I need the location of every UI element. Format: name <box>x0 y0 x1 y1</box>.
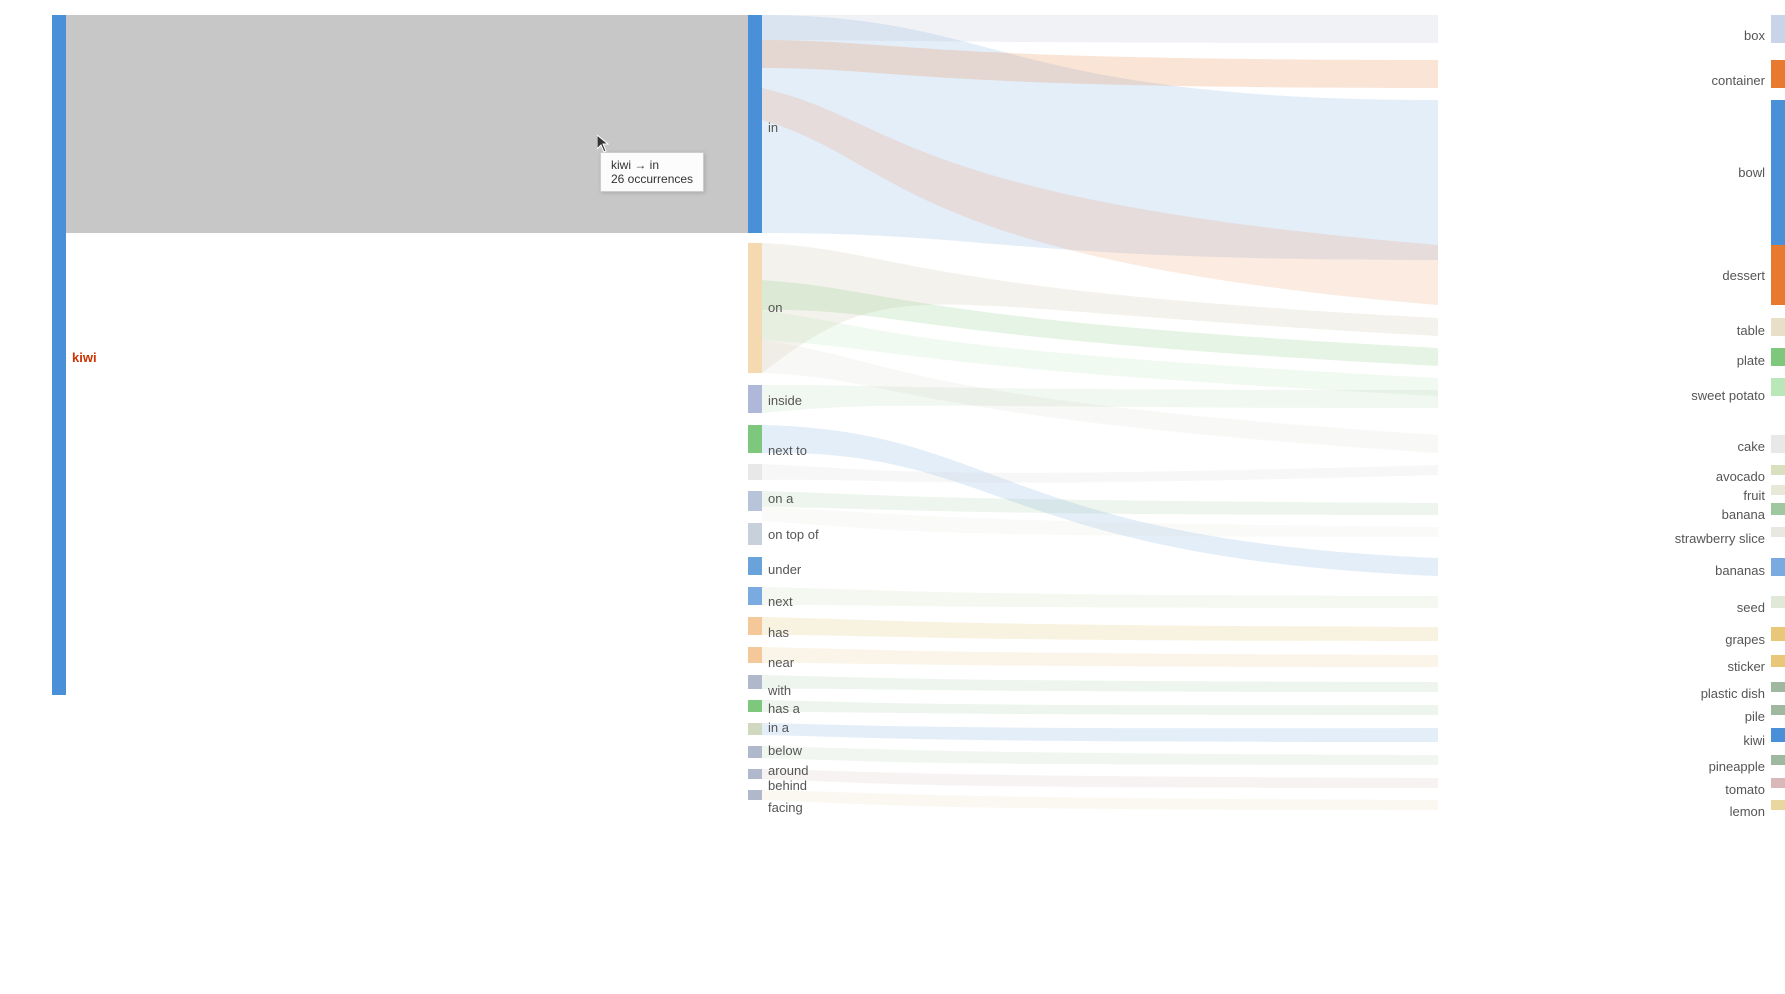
right-node-sticker[interactable] <box>1771 655 1785 667</box>
middle-node-has-label: has <box>768 625 789 640</box>
middle-node-around[interactable] <box>748 746 762 758</box>
middle-node-with[interactable] <box>748 647 762 663</box>
right-node-plate-label: plate <box>1737 353 1765 368</box>
right-node-table-label: table <box>1737 323 1765 338</box>
right-node-pineapple[interactable] <box>1771 755 1785 765</box>
right-node-dessert[interactable] <box>1771 245 1785 305</box>
middle-node-nextto[interactable] <box>748 425 762 453</box>
right-node-tomato-label: tomato <box>1725 782 1765 797</box>
right-node-strawberryslice-label: strawberry slice <box>1675 531 1765 546</box>
right-node-box-label: box <box>1744 28 1765 43</box>
right-node-grapes-label: grapes <box>1725 632 1765 647</box>
middle-node-under-label: under <box>768 562 801 577</box>
right-node-pineapple-label: pineapple <box>1709 759 1765 774</box>
middle-node-under[interactable] <box>748 523 762 545</box>
middle-node-inside[interactable] <box>748 385 762 413</box>
middle-node-below[interactable] <box>748 723 762 735</box>
right-node-dessert-label: dessert <box>1722 268 1765 283</box>
middle-node-below-label: below <box>768 743 802 758</box>
right-node-sweetpotato-label: sweet potato <box>1691 388 1765 403</box>
right-node-seed[interactable] <box>1771 596 1785 608</box>
right-node-tomato[interactable] <box>1771 778 1785 788</box>
middle-node-hasa-label: has a <box>768 701 800 716</box>
middle-node-behind-label: behind <box>768 778 807 793</box>
middle-node-in-label: in <box>768 120 778 135</box>
middle-node-around-label: around <box>768 763 808 778</box>
middle-node-in[interactable] <box>748 15 762 233</box>
sankey-diagram: kiwi in on inside next to on a on top of… <box>0 0 1785 994</box>
middle-node-ontopof[interactable] <box>748 491 762 511</box>
middle-node-with-label: with <box>768 683 791 698</box>
middle-node-has[interactable] <box>748 587 762 605</box>
right-node-lemon-label: lemon <box>1730 804 1765 819</box>
middle-node-ina-label: in a <box>768 720 789 735</box>
middle-node-facing[interactable] <box>748 790 762 800</box>
middle-node-on-label: on <box>768 300 782 315</box>
middle-node-near-label: near <box>768 655 794 670</box>
middle-node-near[interactable] <box>748 617 762 635</box>
middle-node-next[interactable] <box>748 557 762 575</box>
right-node-lemon[interactable] <box>1771 800 1785 810</box>
right-node-fruit-label: fruit <box>1743 488 1765 503</box>
right-node-plate[interactable] <box>1771 348 1785 366</box>
right-node-pile-label: pile <box>1745 709 1765 724</box>
right-node-container[interactable] <box>1771 60 1785 88</box>
right-node-fruit[interactable] <box>1771 485 1785 495</box>
middle-node-ona-label: on a <box>768 491 793 506</box>
right-node-container-label: container <box>1712 73 1765 88</box>
middle-node-nextto-label: next to <box>768 443 807 458</box>
kiwi-in-flow-background <box>66 15 749 233</box>
middle-node-ontopof-label: on top of <box>768 527 819 542</box>
right-node-sticker-label: sticker <box>1727 659 1765 674</box>
middle-node-facing-label: facing <box>768 800 803 815</box>
right-node-bowl-label: bowl <box>1738 165 1765 180</box>
right-node-bananas[interactable] <box>1771 558 1785 576</box>
left-node-kiwi[interactable] <box>52 15 66 695</box>
right-node-banana[interactable] <box>1771 503 1785 515</box>
right-node-bowl[interactable] <box>1771 100 1785 260</box>
right-node-plasticdish-label: plastic dish <box>1701 686 1765 701</box>
right-node-pile[interactable] <box>1771 705 1785 715</box>
right-node-strawberryslice[interactable] <box>1771 527 1785 537</box>
right-node-grapes[interactable] <box>1771 627 1785 641</box>
middle-node-on[interactable] <box>748 243 762 373</box>
right-node-cake-label: cake <box>1738 439 1765 454</box>
right-node-bananas-label: bananas <box>1715 563 1765 578</box>
middle-node-ina[interactable] <box>748 700 762 712</box>
right-node-table[interactable] <box>1771 318 1785 336</box>
right-node-banana-label: banana <box>1722 507 1765 522</box>
right-node-plasticdish[interactable] <box>1771 682 1785 692</box>
right-node-cake[interactable] <box>1771 435 1785 453</box>
right-node-sweetpotato[interactable] <box>1771 378 1785 396</box>
middle-node-ona[interactable] <box>748 464 762 480</box>
right-node-kiwi-label: kiwi <box>1743 733 1765 748</box>
middle-node-next-label: next <box>768 594 793 609</box>
right-node-avocado-label: avocado <box>1716 469 1765 484</box>
right-node-avocado[interactable] <box>1771 465 1785 475</box>
middle-node-hasa[interactable] <box>748 675 762 689</box>
right-node-kiwi[interactable] <box>1771 728 1785 742</box>
middle-node-inside-label: inside <box>768 393 802 408</box>
middle-node-behind[interactable] <box>748 769 762 779</box>
right-node-seed-label: seed <box>1737 600 1765 615</box>
left-node-kiwi-label: kiwi <box>72 350 97 365</box>
right-node-box[interactable] <box>1771 15 1785 43</box>
